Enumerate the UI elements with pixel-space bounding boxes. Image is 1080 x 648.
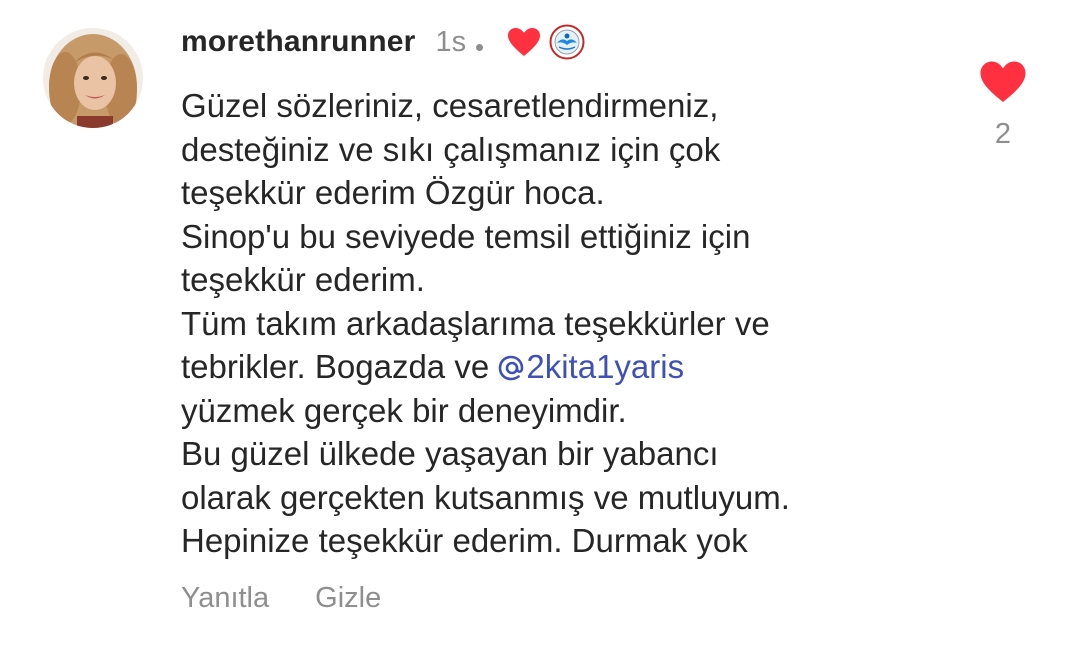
comment-line: tebrikler. Bogazda ve: [181, 348, 499, 385]
comment-line: Bu güzel ülkede yaşayan bir yabancı: [181, 435, 719, 472]
comment-line: Güzel sözleriniz, cesaretlendirmeniz,: [181, 87, 719, 124]
like-count: 2: [994, 118, 1012, 150]
badge-icon: [549, 24, 585, 60]
avatar[interactable]: [43, 28, 143, 128]
comment-line-with-mention: tebrikler. Bogazda ve 2kita1yaris: [181, 345, 961, 389]
username[interactable]: morethanrunner: [181, 25, 416, 59]
hide-button[interactable]: Gizle: [315, 582, 381, 615]
timestamp: 1s: [435, 25, 467, 58]
avatar-image: [43, 28, 143, 128]
mention-text[interactable]: 2kita1yaris: [526, 348, 684, 385]
separator-dot: [476, 43, 484, 51]
comment-text: Güzel sözleriniz, cesaretlendirmeniz, de…: [181, 84, 961, 563]
heart-icon: [980, 61, 1026, 102]
comment-line: teşekkür ederim.: [181, 261, 425, 298]
comment-line: teşekkür ederim Özgür hoca.: [181, 174, 605, 211]
threads-at-icon: [498, 348, 524, 381]
comment-line: Tüm takım arkadaşlarıma teşekkürler ve: [181, 304, 770, 342]
comment-actions: Yanıtla Gizle: [181, 582, 381, 615]
heart-icon: [507, 27, 541, 57]
comment-line: yüzmek gerçek bir deneyimdir.: [181, 391, 627, 429]
reply-button[interactable]: Yanıtla: [181, 582, 269, 615]
comment-line: Sinop'u bu seviyede temsil ettiğiniz içi…: [181, 217, 751, 255]
comment-line: Hepinize teşekkür ederim. Durmak yok: [181, 522, 748, 559]
comment-line: olarak gerçekten kutsanmış ve mutluyum.: [181, 478, 790, 516]
comment-header: morethanrunner 1s: [181, 20, 585, 64]
mention-link[interactable]: 2kita1yaris: [498, 348, 684, 385]
like-button[interactable]: [979, 60, 1027, 104]
comment-line: desteğiniz ve sıkı çalışmanız için çok: [181, 130, 721, 168]
